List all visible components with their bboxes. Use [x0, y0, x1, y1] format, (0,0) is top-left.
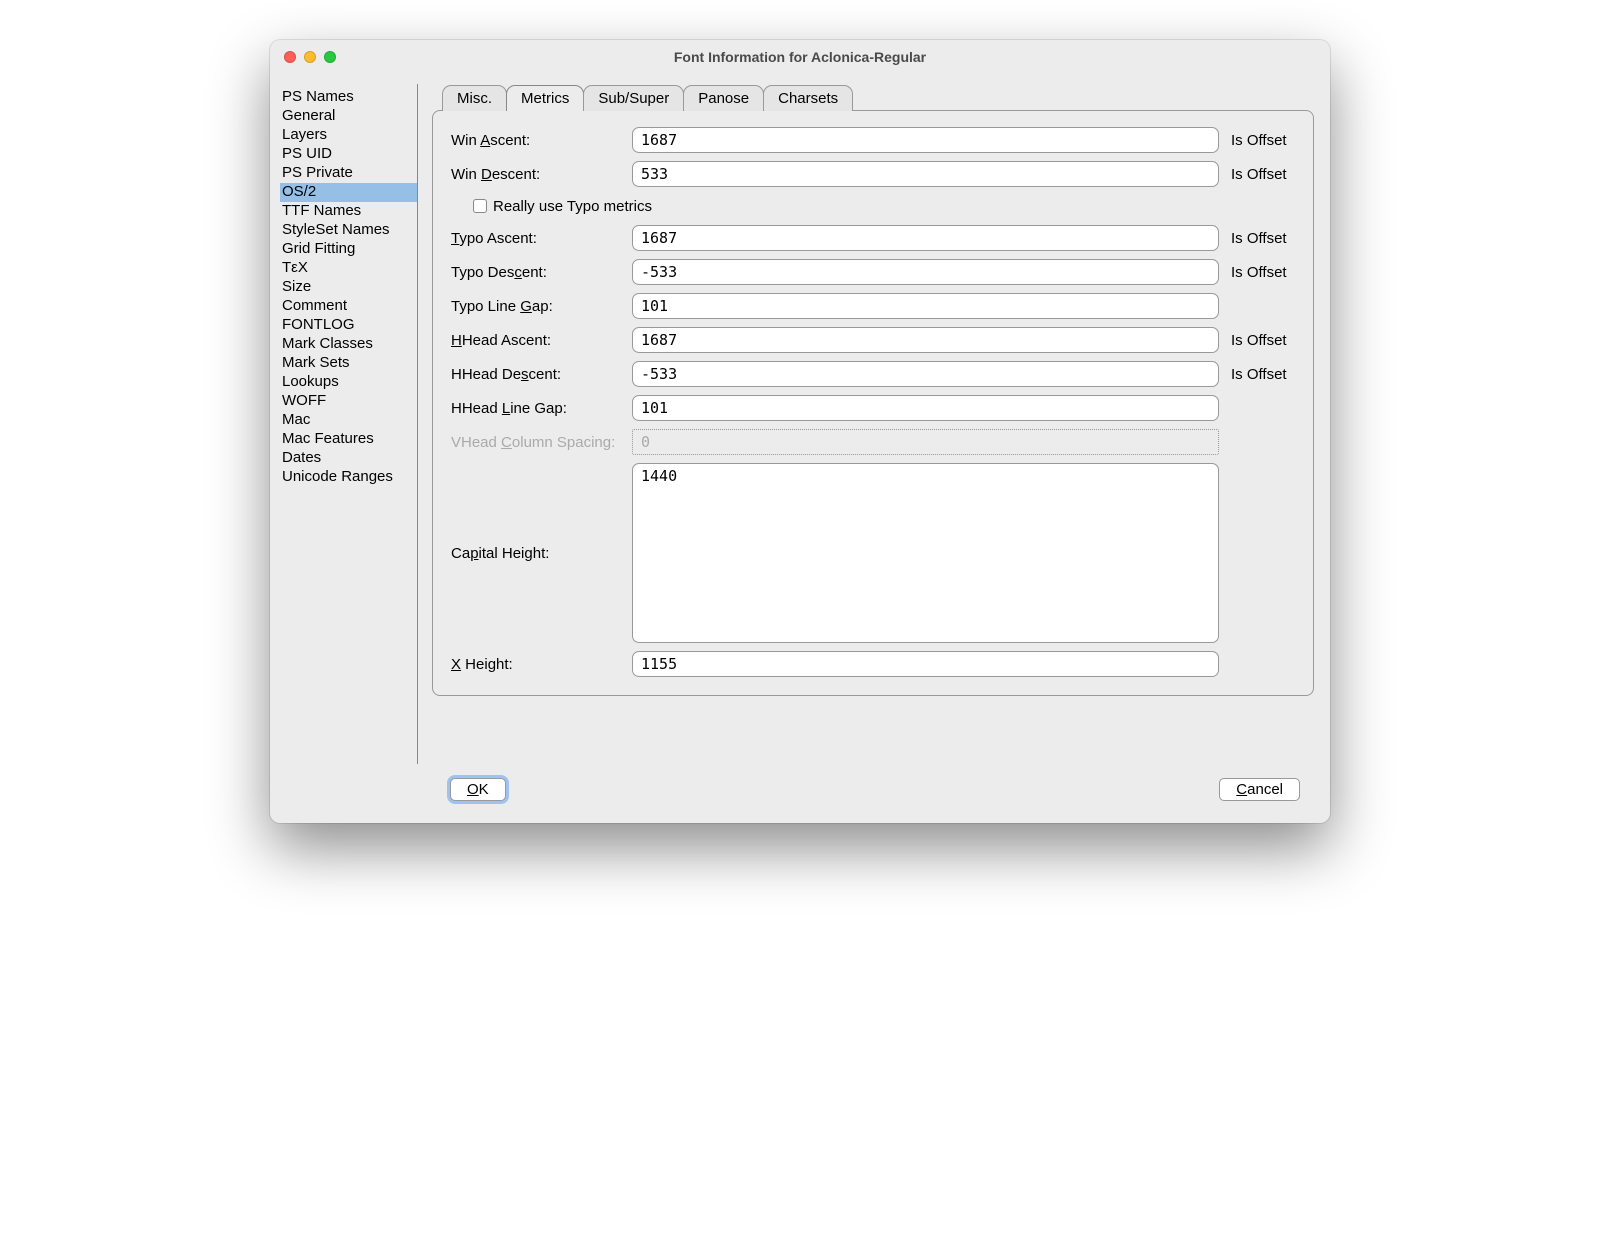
tab-bar: Misc.MetricsSub/SuperPanoseCharsets [442, 84, 1314, 110]
is-offset-label[interactable]: Is Offset [1225, 166, 1295, 183]
window-title: Font Information for Aclonica-Regular [270, 49, 1330, 65]
hhead-line-gap-input[interactable] [632, 395, 1219, 421]
label-hhead-line-gap: HHead Line Gap: [451, 400, 626, 417]
sidebar-item-mac-features[interactable]: Mac Features [280, 430, 417, 449]
label-typo-ascent: Typo Ascent: [451, 230, 626, 247]
sidebar-item-dates[interactable]: Dates [280, 449, 417, 468]
label-hhead-ascent: HHead Ascent: [451, 332, 626, 349]
hhead-ascent-input[interactable] [632, 327, 1219, 353]
sidebar-item-lookups[interactable]: Lookups [280, 373, 417, 392]
is-offset-label[interactable]: Is Offset [1225, 132, 1295, 149]
sidebar-item-fontlog[interactable]: FONTLOG [280, 316, 417, 335]
sidebar-item-styleset-names[interactable]: StyleSet Names [280, 221, 417, 240]
label-x-height: X Height: [451, 656, 626, 673]
sidebar-item-ttf-names[interactable]: TTF Names [280, 202, 417, 221]
ok-button[interactable]: OOKK [450, 778, 506, 801]
cancel-button[interactable]: CancelCancel [1219, 778, 1300, 801]
sidebar-item-os-2[interactable]: OS/2 [280, 183, 417, 202]
close-icon[interactable] [284, 51, 296, 63]
label-win-descent: Win Descent: [451, 166, 626, 183]
zoom-icon[interactable] [324, 51, 336, 63]
sidebar-item-ps-names[interactable]: PS Names [280, 88, 417, 107]
sidebar-item-unicode-ranges[interactable]: Unicode Ranges [280, 468, 417, 487]
win-descent-input[interactable] [632, 161, 1219, 187]
label-typo-line-gap: Typo Line Gap: [451, 298, 626, 315]
window-controls [270, 51, 336, 63]
tab-sub-super[interactable]: Sub/Super [583, 85, 684, 111]
label-capital-height: Capital Height: [451, 545, 626, 562]
is-offset-label[interactable]: Is Offset [1225, 230, 1295, 247]
label-vhead-column-spacing: VHead Column Spacing: [451, 434, 626, 451]
win-ascent-input[interactable] [632, 127, 1219, 153]
sidebar-item-size[interactable]: Size [280, 278, 417, 297]
sidebar-item-layers[interactable]: Layers [280, 126, 417, 145]
sidebar-item-t-x[interactable]: TεX [280, 259, 417, 278]
metrics-pane: Win Ascent: Is Offset Win Descent: Is Of… [432, 110, 1314, 696]
tab-panose[interactable]: Panose [683, 85, 764, 111]
minimize-icon[interactable] [304, 51, 316, 63]
really-use-typo-label: Really use Typo metrics [493, 198, 652, 215]
tab-metrics[interactable]: Metrics [506, 85, 584, 111]
sidebar-item-mark-sets[interactable]: Mark Sets [280, 354, 417, 373]
vhead-column-spacing-input [632, 429, 1219, 455]
checkbox-icon [473, 199, 487, 213]
sidebar-item-mac[interactable]: Mac [280, 411, 417, 430]
label-typo-descent: Typo Descent: [451, 264, 626, 281]
hhead-descent-input[interactable] [632, 361, 1219, 387]
sidebar-item-general[interactable]: General [280, 107, 417, 126]
capital-height-input[interactable]: 1440 [632, 463, 1219, 643]
sidebar-item-woff[interactable]: WOFF [280, 392, 417, 411]
sidebar-item-ps-uid[interactable]: PS UID [280, 145, 417, 164]
sidebar-item-grid-fitting[interactable]: Grid Fitting [280, 240, 417, 259]
sidebar-item-mark-classes[interactable]: Mark Classes [280, 335, 417, 354]
tab-charsets[interactable]: Charsets [763, 85, 853, 111]
typo-descent-input[interactable] [632, 259, 1219, 285]
is-offset-label[interactable]: Is Offset [1225, 366, 1295, 383]
x-height-input[interactable] [632, 651, 1219, 677]
sidebar-item-ps-private[interactable]: PS Private [280, 164, 417, 183]
really-use-typo-checkbox[interactable]: Really use Typo metrics [451, 195, 652, 217]
label-win-ascent: Win Ascent: [451, 132, 626, 149]
tab-misc-[interactable]: Misc. [442, 85, 507, 111]
typo-ascent-input[interactable] [632, 225, 1219, 251]
is-offset-label[interactable]: Is Offset [1225, 264, 1295, 281]
font-info-window: Font Information for Aclonica-Regular PS… [270, 40, 1330, 823]
titlebar: Font Information for Aclonica-Regular [270, 40, 1330, 74]
is-offset-label[interactable]: Is Offset [1225, 332, 1295, 349]
label-hhead-descent: HHead Descent: [451, 366, 626, 383]
typo-line-gap-input[interactable] [632, 293, 1219, 319]
category-sidebar: PS NamesGeneralLayersPS UIDPS PrivateOS/… [280, 84, 418, 764]
sidebar-item-comment[interactable]: Comment [280, 297, 417, 316]
